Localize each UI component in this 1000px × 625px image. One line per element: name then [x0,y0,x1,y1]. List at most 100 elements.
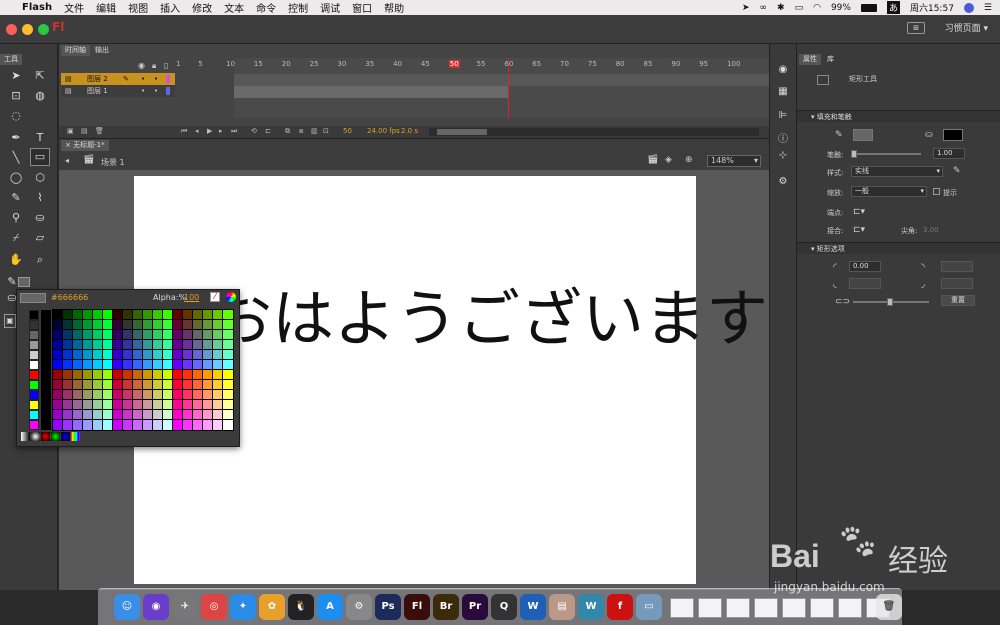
palette-swatch[interactable] [172,369,184,381]
palette-swatch[interactable] [162,409,174,421]
palette-swatch[interactable] [212,389,224,401]
dock-quicktime-icon[interactable]: Q [491,594,517,620]
dock-photos-icon[interactable]: ✿ [259,594,285,620]
palette-swatch[interactable] [142,419,154,431]
palette-swatch[interactable] [122,389,134,401]
palette-swatch[interactable] [82,389,94,401]
timeline-scrollbar-thumb[interactable] [437,129,487,135]
rectangle-tool-icon[interactable]: ▭ [30,148,50,166]
lock-dot-icon[interactable]: • [154,73,158,85]
elapsed-time[interactable]: 2.0 s [401,127,418,135]
palette-swatch[interactable] [122,419,134,431]
palette-swatch[interactable] [192,399,204,411]
dock-bridge-icon[interactable]: Br [433,594,459,620]
palette-swatch[interactable] [182,349,194,361]
palette-swatch[interactable] [132,359,144,371]
dock-photoshop-icon[interactable]: Ps [375,594,401,620]
palette-swatch[interactable] [212,319,224,331]
palette-swatch[interactable] [29,420,39,430]
stroke-color-button[interactable] [853,129,873,141]
layer-color-swatch[interactable] [166,87,170,95]
tab-properties[interactable]: 属性 [799,54,821,65]
palette-swatch[interactable] [212,309,224,321]
palette-swatch[interactable] [29,380,39,390]
no-color-icon[interactable]: ⁄ [210,292,220,302]
ruler-tick-label[interactable]: 70 [560,60,569,68]
layer-2-frames[interactable] [234,74,816,86]
palette-swatch[interactable] [142,399,154,411]
go-last-frame-icon[interactable]: ⏭ [231,127,237,136]
document-close-icon[interactable]: × [65,141,73,149]
menu-modify[interactable]: 修改 [192,0,212,15]
text-tool-icon[interactable]: T [32,130,48,146]
palette-swatch[interactable] [62,349,74,361]
palette-swatch[interactable] [82,359,94,371]
palette-swatch[interactable] [72,389,84,401]
document-tab[interactable]: × 无标题-1* [61,140,109,151]
palette-swatch[interactable] [132,339,144,351]
layer-row-2[interactable]: ▤ 图层 2 ✎ • • [61,73,175,85]
palette-swatch[interactable] [152,419,164,431]
gradient-swatch[interactable] [51,432,60,441]
center-stage-icon[interactable]: ⊕ [685,155,693,165]
palette-swatch[interactable] [112,369,124,381]
palette-swatch[interactable] [92,349,104,361]
palette-swatch[interactable] [172,379,184,391]
palette-swatch[interactable] [202,419,214,431]
dock-word-icon[interactable]: W [520,594,546,620]
palette-swatch[interactable] [132,399,144,411]
palette-swatch[interactable] [52,329,64,341]
palette-swatch[interactable] [112,389,124,401]
edit-multiple-icon[interactable]: ▥ [311,127,318,135]
dock-finder-icon[interactable]: ☺ [114,594,140,620]
palette-swatch[interactable] [82,319,94,331]
gradient-swatch[interactable] [61,432,70,441]
fill-stroke-section[interactable]: ▾ 填充和笔触 [797,110,1000,122]
palette-swatch[interactable] [132,389,144,401]
palette-swatch[interactable] [172,409,184,421]
ruler-tick-label[interactable]: 25 [310,60,319,68]
palette-swatch[interactable] [82,379,94,391]
color-palette[interactable] [19,306,239,446]
palette-swatch[interactable] [132,349,144,361]
selection-tool-icon[interactable]: ➤ [8,68,24,84]
palette-swatch[interactable] [72,339,84,351]
palette-swatch[interactable] [29,310,39,320]
palette-swatch[interactable] [152,399,164,411]
menu-view[interactable]: 视图 [128,0,148,15]
palette-swatch[interactable] [172,359,184,371]
palette-swatch[interactable] [172,319,184,331]
palette-swatch[interactable] [62,399,74,411]
palette-swatch[interactable] [29,320,39,330]
palette-swatch[interactable] [192,339,204,351]
back-arrow-icon[interactable]: ◂ [65,156,69,165]
layer-1-frames[interactable] [234,86,509,98]
palette-swatch[interactable] [122,309,134,321]
ruler-tick-label[interactable]: 5 [198,60,202,68]
palette-swatch[interactable] [212,409,224,421]
palette-swatch[interactable] [162,339,174,351]
step-back-icon[interactable]: ◂ [195,127,199,135]
palette-swatch[interactable] [102,359,114,371]
timeline-scrollbar[interactable] [429,128,759,136]
edit-scene-icon[interactable]: 🎬︎ [647,155,658,165]
visible-dot-icon[interactable]: • [141,85,145,97]
ruler-tick-label[interactable]: 100 [727,60,740,68]
corner-radius-br-input[interactable] [941,278,973,289]
palette-swatch[interactable] [162,349,174,361]
color-panel-icon[interactable]: ◉ [776,64,790,76]
palette-swatch[interactable] [182,389,194,401]
palette-swatch[interactable] [142,319,154,331]
palette-swatch[interactable] [62,319,74,331]
corner-slider[interactable] [853,298,929,306]
free-transform-tool-icon[interactable]: ⊡ [8,88,24,104]
line-tool-icon[interactable]: ╲ [8,150,24,166]
brush-tool-icon[interactable]: ⌇ [32,190,48,206]
palette-swatch[interactable] [112,419,124,431]
palette-swatch[interactable] [202,399,214,411]
palette-swatch[interactable] [202,359,214,371]
palette-swatch[interactable] [152,329,164,341]
ruler-tick-label[interactable]: 35 [365,60,374,68]
palette-swatch[interactable] [142,309,154,321]
palette-swatch[interactable] [212,419,224,431]
